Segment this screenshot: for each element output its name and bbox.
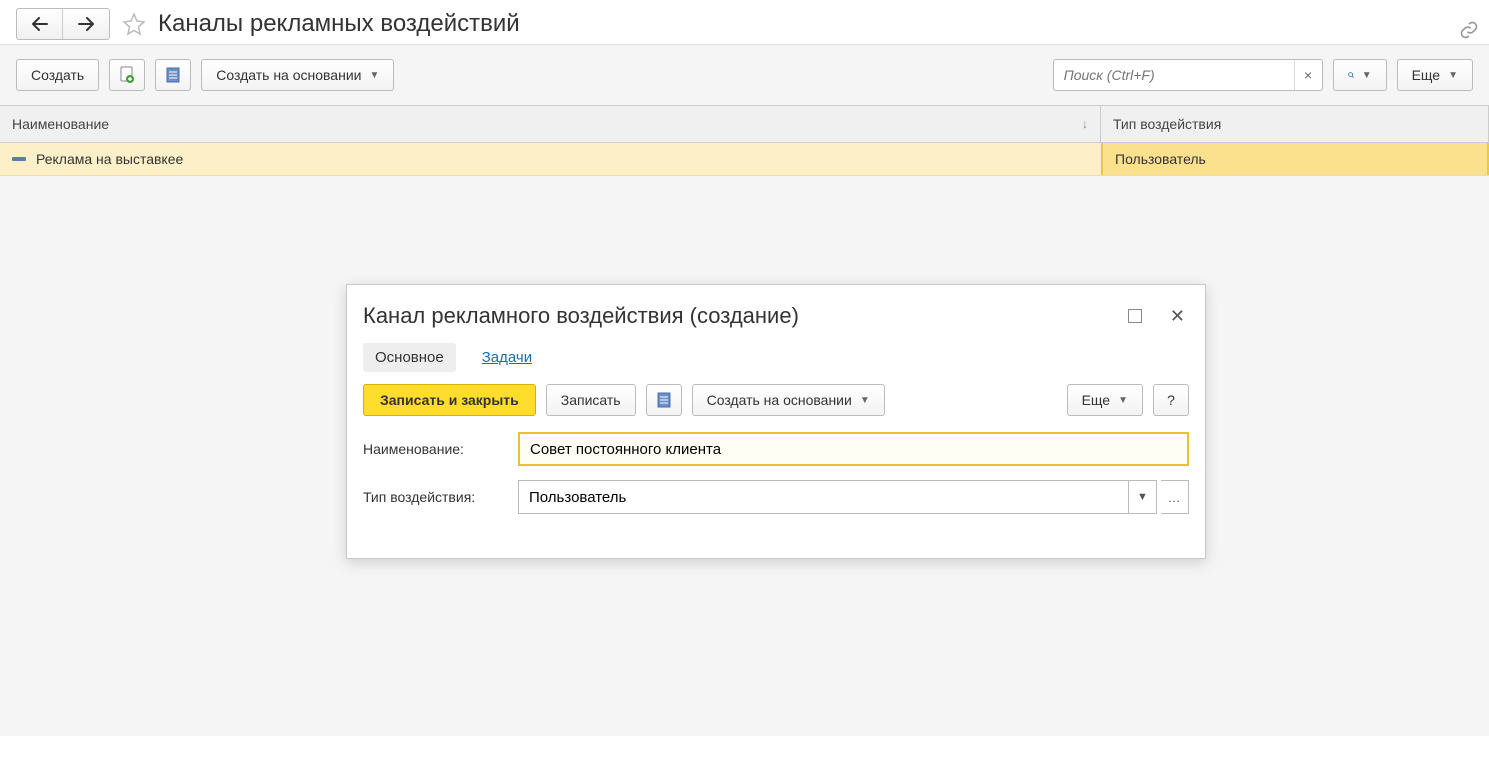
- link-icon[interactable]: [1459, 20, 1479, 40]
- help-button-label: ?: [1167, 392, 1175, 408]
- column-header-type-label: Тип воздействия: [1113, 116, 1221, 132]
- list-icon: [657, 392, 671, 408]
- save-button-label: Записать: [561, 392, 621, 408]
- dialog-list-button[interactable]: [646, 384, 682, 416]
- search-button[interactable]: ▼: [1333, 59, 1387, 91]
- page-title: Каналы рекламных воздействий: [158, 10, 520, 38]
- search-field-wrap: ×: [1053, 59, 1323, 91]
- nav-back-button[interactable]: [17, 9, 63, 39]
- create-dialog: Канал рекламного воздействия (создание) …: [346, 284, 1206, 559]
- page-header: Каналы рекламных воздействий: [0, 0, 1489, 44]
- dialog-close-button[interactable]: ✕: [1166, 306, 1189, 327]
- dialog-maximize-button[interactable]: [1128, 309, 1142, 323]
- dialog-more-label: Еще: [1082, 392, 1111, 408]
- type-browse-button[interactable]: …: [1161, 480, 1189, 514]
- type-label: Тип воздействия:: [363, 489, 518, 505]
- type-dropdown-button[interactable]: ▼: [1129, 480, 1157, 514]
- favorite-star-icon[interactable]: [122, 12, 146, 36]
- dialog-header: Канал рекламного воздействия (создание) …: [363, 303, 1189, 329]
- type-input[interactable]: [518, 480, 1129, 514]
- sort-indicator-icon: ↓: [1082, 117, 1088, 131]
- dialog-tabs: Основное Задачи: [363, 343, 1189, 372]
- help-button[interactable]: ?: [1153, 384, 1189, 416]
- column-header-name[interactable]: Наименование ↓: [0, 106, 1101, 142]
- chevron-down-icon: ▼: [860, 395, 870, 406]
- new-doc-icon: [119, 66, 135, 84]
- dialog-title: Канал рекламного воздействия (создание): [363, 303, 1128, 329]
- name-label: Наименование:: [363, 441, 518, 457]
- column-header-type[interactable]: Тип воздействия: [1101, 106, 1489, 142]
- more-button-label: Еще: [1412, 67, 1441, 83]
- cell-name-value: Реклама на выставкее: [36, 151, 183, 167]
- type-select-wrap: ▼ …: [518, 480, 1189, 514]
- create-based-on-button[interactable]: Создать на основании ▼: [201, 59, 394, 91]
- create-button-label: Создать: [31, 67, 84, 83]
- nav-forward-button[interactable]: [63, 9, 109, 39]
- dialog-create-based-on-button[interactable]: Создать на основании ▼: [692, 384, 885, 416]
- chevron-down-icon: ▼: [1118, 395, 1128, 406]
- name-input[interactable]: [518, 432, 1189, 466]
- chevron-down-icon: ▼: [369, 70, 379, 81]
- item-icon: [12, 157, 26, 161]
- dialog-more-button[interactable]: Еще ▼: [1067, 384, 1143, 416]
- chevron-down-icon: ▼: [1448, 70, 1458, 81]
- column-header-name-label: Наименование: [12, 116, 109, 132]
- create-button[interactable]: Создать: [16, 59, 99, 91]
- nav-buttons: [16, 8, 110, 40]
- chevron-down-icon: ▼: [1362, 70, 1372, 81]
- arrow-left-icon: [31, 17, 49, 31]
- form-row-name: Наименование:: [363, 432, 1189, 466]
- tab-tasks[interactable]: Задачи: [470, 343, 544, 372]
- save-and-close-button[interactable]: Записать и закрыть: [363, 384, 536, 416]
- cell-type-value: Пользователь: [1115, 151, 1206, 167]
- tab-main[interactable]: Основное: [363, 343, 456, 372]
- form-row-type: Тип воздействия: ▼ …: [363, 480, 1189, 514]
- dialog-create-based-on-label: Создать на основании: [707, 392, 852, 408]
- list-view-button[interactable]: [155, 59, 191, 91]
- save-and-close-label: Записать и закрыть: [380, 392, 519, 408]
- create-copy-button[interactable]: [109, 59, 145, 91]
- search-icon: [1348, 68, 1354, 82]
- grid-header: Наименование ↓ Тип воздействия: [0, 105, 1489, 143]
- dialog-toolbar: Записать и закрыть Записать Создать на о…: [363, 384, 1189, 416]
- search-input[interactable]: [1054, 67, 1294, 83]
- list-icon: [166, 67, 180, 83]
- cell-name: Реклама на выставкее: [0, 143, 1101, 175]
- create-based-on-label: Создать на основании: [216, 67, 361, 83]
- more-button[interactable]: Еще ▼: [1397, 59, 1473, 91]
- save-button[interactable]: Записать: [546, 384, 636, 416]
- main-toolbar: Создать Создать на основании ▼ × ▼ Еще: [0, 44, 1489, 105]
- table-row[interactable]: Реклама на выставкее Пользователь: [0, 143, 1489, 176]
- cell-type: Пользователь: [1101, 143, 1489, 175]
- arrow-right-icon: [77, 17, 95, 31]
- search-clear-button[interactable]: ×: [1294, 60, 1322, 90]
